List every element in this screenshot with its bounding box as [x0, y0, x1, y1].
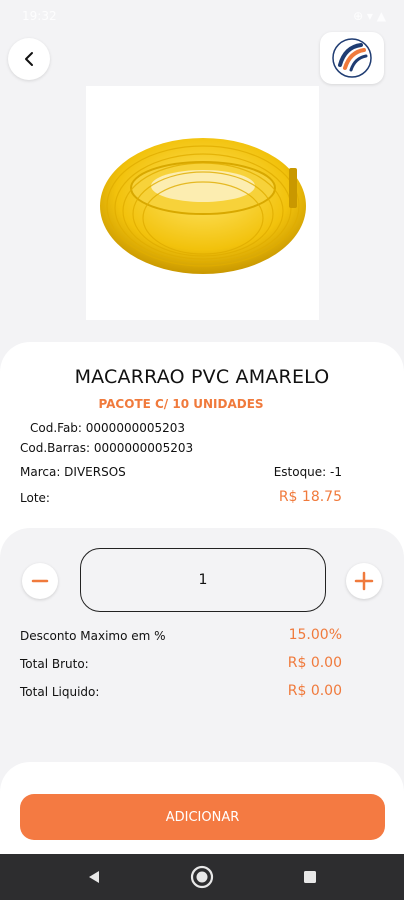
plus-icon: [354, 571, 374, 591]
quantity-card: 1 Desconto Maximo em % 15.00% Total Brut…: [0, 528, 404, 768]
add-button[interactable]: ADICIONAR: [20, 794, 385, 840]
hose-coil-illustration: [99, 138, 306, 274]
company-logo: [332, 38, 372, 78]
cod-fab: Cod.Fab: 0000000005203: [30, 421, 186, 435]
desconto-label: Desconto Maximo em %: [20, 629, 166, 643]
minus-icon: [31, 579, 49, 583]
total-liquido-label: Total Liquido:: [20, 685, 100, 699]
product-title: MACARRAO PVC AMARELO: [74, 366, 330, 388]
lote: Lote:: [20, 491, 50, 505]
action-card: ADICIONAR: [0, 762, 404, 854]
quantity-input[interactable]: 1: [80, 548, 326, 612]
increase-quantity-button[interactable]: [346, 563, 382, 599]
status-time: 19:32: [22, 9, 57, 23]
back-nav-icon[interactable]: [86, 869, 102, 885]
decrease-quantity-button[interactable]: [22, 563, 58, 599]
product-subtitle: PACOTE C/ 10 UNIDADES: [98, 397, 264, 411]
product-price: R$ 18.75: [278, 489, 342, 505]
company-logo-button[interactable]: [320, 32, 384, 84]
status-icons: ⊕ ▾ ▲: [353, 9, 386, 23]
total-bruto-label: Total Bruto:: [20, 657, 89, 671]
status-bar: 19:32 ⊕ ▾ ▲: [0, 0, 404, 32]
estoque: Estoque: -1: [273, 465, 342, 479]
total-bruto-value: R$ 0.00: [287, 655, 342, 671]
cod-barras: Cod.Barras: 0000000005203: [20, 441, 194, 455]
product-image: [86, 86, 319, 320]
desconto-value: 15.00%: [288, 627, 342, 643]
home-nav-icon[interactable]: [189, 864, 215, 890]
marca: Marca: DIVERSOS: [20, 465, 126, 479]
recents-nav-icon[interactable]: [303, 870, 317, 884]
back-button[interactable]: [8, 38, 50, 80]
chevron-left-icon: [25, 52, 33, 66]
system-nav-bar: [0, 854, 404, 900]
total-liquido-value: R$ 0.00: [287, 683, 342, 699]
